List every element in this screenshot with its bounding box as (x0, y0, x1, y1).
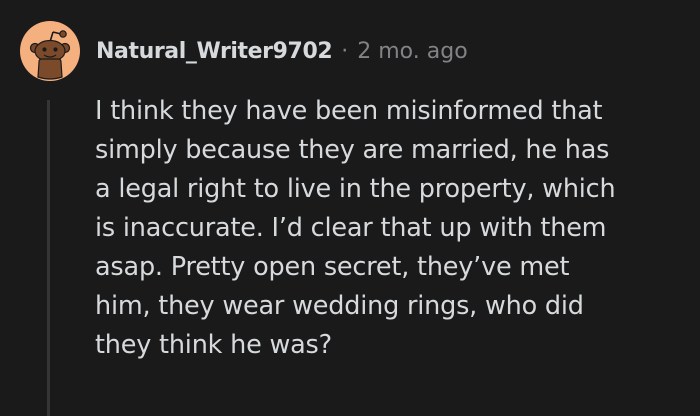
comment-body-line: simply because they are married, he has (95, 135, 610, 165)
username-link[interactable]: Natural_Writer9702 (96, 39, 333, 64)
comment-body-line: I think they have been misinformed that (95, 96, 603, 126)
user-avatar[interactable] (20, 21, 80, 81)
comment-body: I think they have been misinformed that … (95, 92, 685, 365)
comment-body-line: is inaccurate. I’d clear that up with th… (95, 213, 607, 243)
comment-body-line: asap. Pretty open secret, they’ve met (95, 252, 570, 282)
comment-timestamp[interactable]: 2 mo. ago (357, 39, 467, 64)
comment-body-line: a legal right to live in the property, w… (95, 174, 616, 204)
comment-meta: Natural_Writer9702 · 2 mo. ago (96, 39, 468, 64)
comment-body-line: him, they wear wedding rings, who did (95, 291, 584, 321)
thread-collapse-line[interactable] (47, 100, 50, 416)
meta-separator: · (341, 38, 349, 64)
comment-header: Natural_Writer9702 · 2 mo. ago (20, 20, 468, 82)
comment-body-line: they think he was? (95, 330, 332, 360)
snoo-avatar-icon (29, 30, 71, 80)
comment-page: Natural_Writer9702 · 2 mo. ago I think t… (0, 0, 700, 416)
